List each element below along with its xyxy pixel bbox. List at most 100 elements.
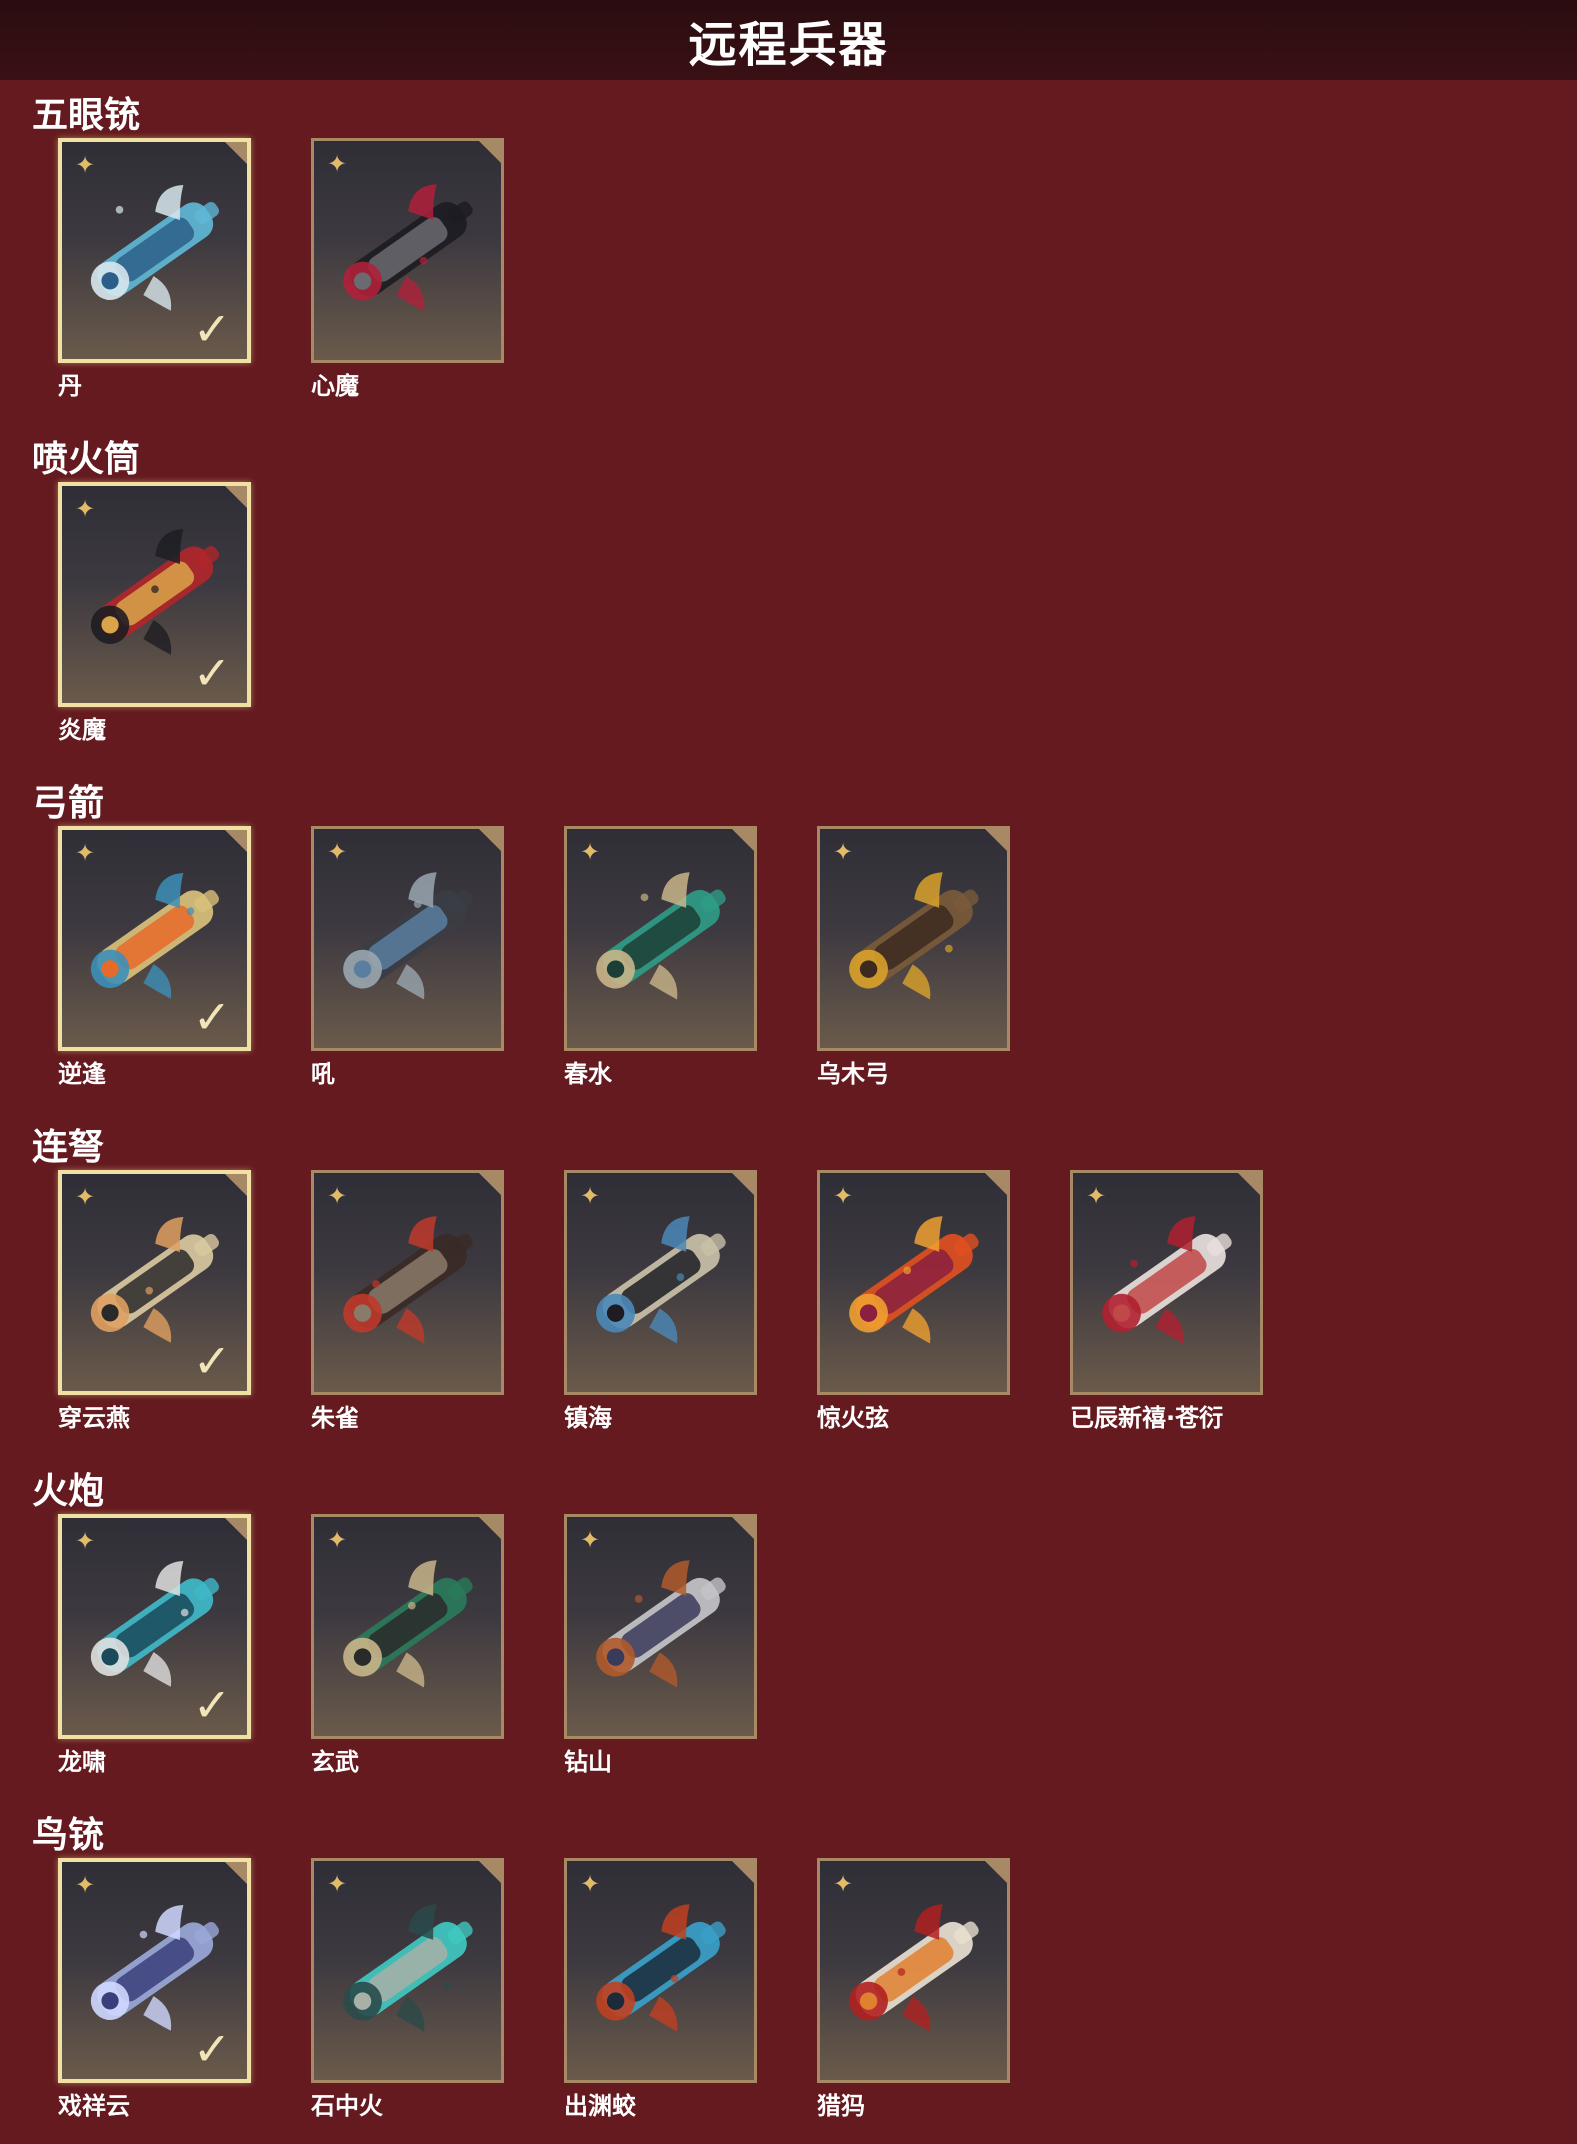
weapon-tile[interactable]: ✦ ✓: [58, 482, 251, 707]
category-title: 鸟铳: [32, 1815, 105, 1856]
shuriken-star-icon: ✦: [326, 1182, 348, 1210]
weapon-card[interactable]: ✦ 出渊蛟: [564, 1858, 757, 2120]
weapon-tile[interactable]: ✦: [564, 1170, 757, 1395]
weapon-tile[interactable]: ✦: [817, 1170, 1010, 1395]
shuriken-star-icon: ✦: [74, 839, 96, 867]
weapon-tile[interactable]: ✦ ✓: [58, 1514, 251, 1739]
weapon-name: 吼: [311, 1060, 335, 1088]
shuriken-star-icon: ✦: [579, 1526, 601, 1554]
weapon-tile[interactable]: ✦ ✓: [58, 1858, 251, 2083]
leaf-corner-icon: [225, 486, 247, 508]
leaf-corner-icon: [732, 829, 754, 851]
leaf-corner-icon: [732, 1173, 754, 1195]
weapon-card[interactable]: ✦ ✓ 龙啸: [58, 1514, 251, 1776]
weapon-tile[interactable]: ✦: [564, 1514, 757, 1739]
shuriken-star-icon: ✦: [326, 1870, 348, 1898]
leaf-corner-icon: [225, 1862, 247, 1884]
weapon-name: 春水: [564, 1060, 612, 1088]
weapon-card[interactable]: ✦ 惊火弦: [817, 1170, 1010, 1432]
category-title: 连弩: [32, 1127, 105, 1168]
shuriken-star-icon: ✦: [832, 838, 854, 866]
weapon-name: 玄武: [311, 1748, 359, 1776]
weapon-tile[interactable]: ✦: [817, 826, 1010, 1051]
category-title: 火炮: [32, 1471, 105, 1512]
weapon-tile[interactable]: ✦: [1070, 1170, 1263, 1395]
weapon-tile[interactable]: ✦: [817, 1858, 1010, 2083]
weapon-card[interactable]: ✦ 吼: [311, 826, 504, 1088]
weapon-name: 炎魔: [58, 716, 106, 744]
weapon-tile[interactable]: ✦: [311, 1514, 504, 1739]
weapon-name: 石中火: [311, 2092, 383, 2120]
weapon-name: 钻山: [564, 1748, 612, 1776]
weapon-category-section: 五眼铳 ✦ ✓ 丹 ✦ 心魔: [0, 86, 1577, 416]
weapon-name: 逆逢: [58, 1060, 106, 1088]
shuriken-star-icon: ✦: [326, 150, 348, 178]
weapon-card[interactable]: ✦ 乌木弓: [817, 826, 1010, 1088]
weapon-card[interactable]: ✦ ✓ 戏祥云: [58, 1858, 251, 2120]
weapon-category-section: 喷火筒 ✦ ✓ 炎魔: [0, 430, 1577, 760]
shuriken-star-icon: ✦: [326, 1526, 348, 1554]
checkmark-icon: ✓: [192, 302, 232, 356]
shuriken-star-icon: ✦: [579, 838, 601, 866]
weapon-tile[interactable]: ✦: [311, 826, 504, 1051]
weapon-card[interactable]: ✦ ✓ 丹: [58, 138, 251, 400]
weapon-name: 戏祥云: [58, 2092, 130, 2120]
weapon-card[interactable]: ✦ ✓ 逆逢: [58, 826, 251, 1088]
weapon-card[interactable]: ✦ 春水: [564, 826, 757, 1088]
weapon-card[interactable]: ✦ ✓ 炎魔: [58, 482, 251, 744]
leaf-corner-icon: [225, 1174, 247, 1196]
weapon-tile[interactable]: ✦ ✓: [58, 826, 251, 1051]
leaf-corner-icon: [479, 141, 501, 163]
weapon-card[interactable]: ✦ 石中火: [311, 1858, 504, 2120]
leaf-corner-icon: [225, 1518, 247, 1540]
leaf-corner-icon: [1238, 1173, 1260, 1195]
weapon-name: 已辰新禧·苍衍: [1070, 1404, 1224, 1432]
weapon-card[interactable]: ✦ 朱雀: [311, 1170, 504, 1432]
weapon-name: 朱雀: [311, 1404, 359, 1432]
weapon-tile[interactable]: ✦: [311, 1170, 504, 1395]
shuriken-star-icon: ✦: [326, 838, 348, 866]
leaf-corner-icon: [479, 829, 501, 851]
weapon-tile[interactable]: ✦: [564, 1858, 757, 2083]
weapon-card[interactable]: ✦ ✓ 穿云燕: [58, 1170, 251, 1432]
weapon-category-section: 火炮 ✦ ✓ 龙啸 ✦ 玄武 ✦ 钻山: [0, 1462, 1577, 1792]
weapon-tile[interactable]: ✦ ✓: [58, 138, 251, 363]
leaf-corner-icon: [985, 829, 1007, 851]
leaf-corner-icon: [479, 1517, 501, 1539]
weapon-name: 丹: [58, 372, 82, 400]
shuriken-star-icon: ✦: [74, 495, 96, 523]
checkmark-icon: ✓: [192, 1678, 232, 1732]
weapon-card[interactable]: ✦ 镇海: [564, 1170, 757, 1432]
shuriken-star-icon: ✦: [74, 1527, 96, 1555]
weapon-tile[interactable]: ✦: [311, 1858, 504, 2083]
weapon-name: 龙啸: [58, 1748, 106, 1776]
shuriken-star-icon: ✦: [74, 1871, 96, 1899]
weapon-name: 猎犸: [817, 2092, 865, 2120]
shuriken-star-icon: ✦: [832, 1870, 854, 1898]
checkmark-icon: ✓: [192, 2022, 232, 2076]
weapon-name: 惊火弦: [817, 1404, 889, 1432]
shuriken-star-icon: ✦: [832, 1182, 854, 1210]
leaf-corner-icon: [732, 1517, 754, 1539]
weapon-name: 镇海: [564, 1404, 612, 1432]
weapon-card[interactable]: ✦ 已辰新禧·苍衍: [1070, 1170, 1263, 1432]
weapon-tile[interactable]: ✦: [311, 138, 504, 363]
weapon-card[interactable]: ✦ 心魔: [311, 138, 504, 400]
weapon-category-section: 弓箭 ✦ ✓ 逆逢 ✦ 吼 ✦ 春水 ✦ 乌木弓: [0, 774, 1577, 1104]
leaf-corner-icon: [732, 1861, 754, 1883]
weapon-name: 乌木弓: [817, 1060, 889, 1088]
category-title: 喷火筒: [32, 439, 141, 480]
weapon-card[interactable]: ✦ 猎犸: [817, 1858, 1010, 2120]
page-title: 远程兵器: [688, 17, 889, 73]
leaf-corner-icon: [225, 142, 247, 164]
weapon-card[interactable]: ✦ 玄武: [311, 1514, 504, 1776]
weapon-tile[interactable]: ✦ ✓: [58, 1170, 251, 1395]
checkmark-icon: ✓: [192, 646, 232, 700]
weapon-name: 心魔: [311, 372, 359, 400]
weapon-name: 穿云燕: [58, 1404, 130, 1432]
weapon-card[interactable]: ✦ 钻山: [564, 1514, 757, 1776]
leaf-corner-icon: [985, 1861, 1007, 1883]
weapon-category-section: 鸟铳 ✦ ✓ 戏祥云 ✦ 石中火 ✦ 出渊蛟 ✦ 猎犸: [0, 1806, 1577, 2136]
leaf-corner-icon: [479, 1173, 501, 1195]
weapon-tile[interactable]: ✦: [564, 826, 757, 1051]
